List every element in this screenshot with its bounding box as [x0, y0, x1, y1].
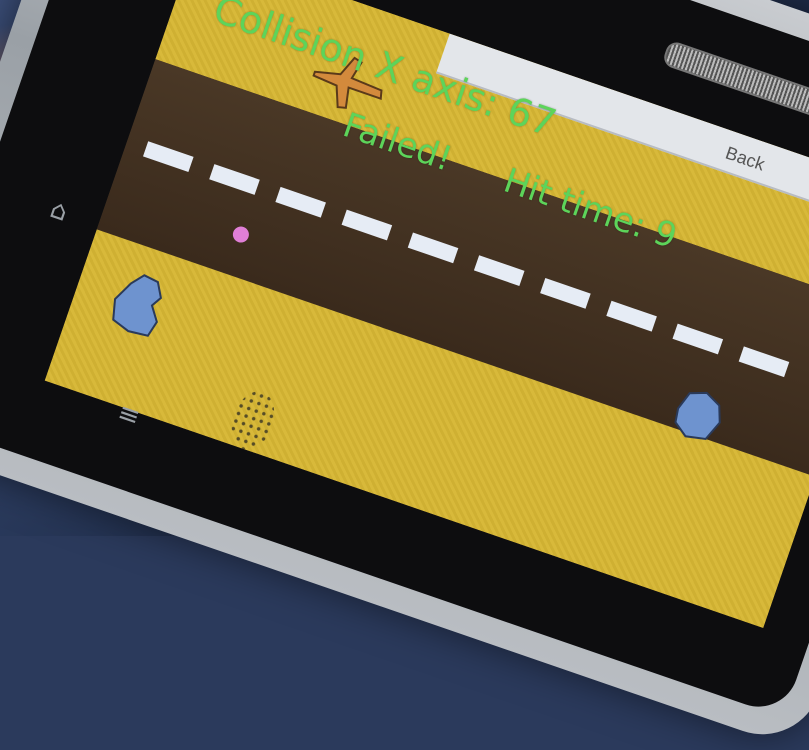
home-icon[interactable]: ⌂ [46, 194, 71, 228]
phone-device: Back Collision X axis: 67 Failed! Hit ti… [0, 0, 809, 750]
phone-bezel: Back Collision X axis: 67 Failed! Hit ti… [0, 0, 809, 718]
back-button[interactable]: Back [723, 143, 767, 176]
